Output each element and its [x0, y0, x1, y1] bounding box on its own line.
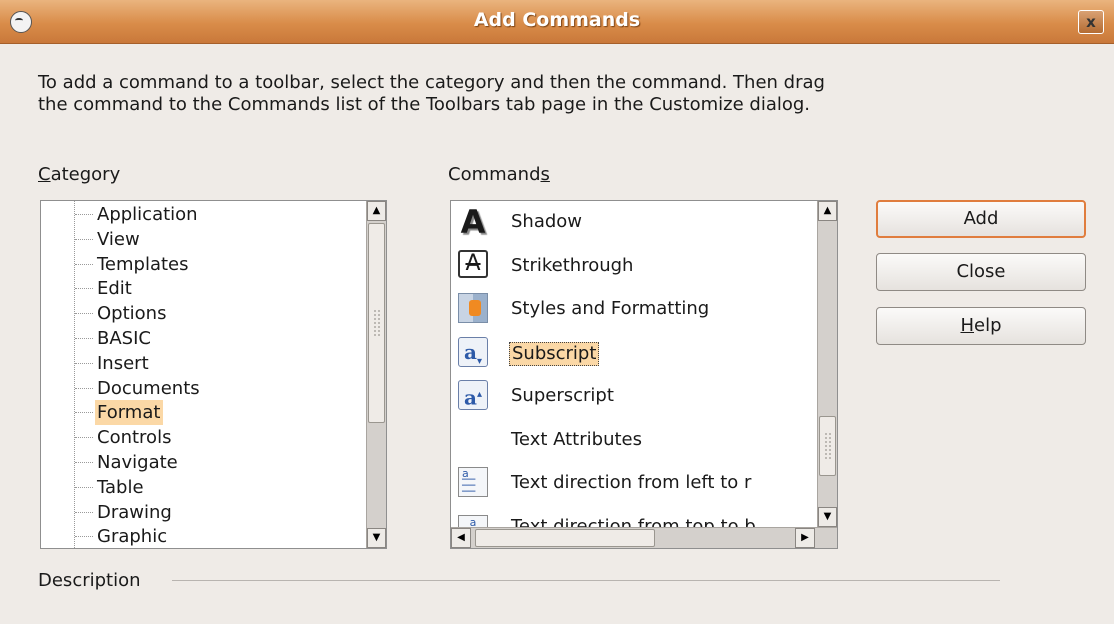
category-item-application[interactable]: Application — [75, 202, 201, 227]
command-item[interactable]: a ── ── ── Text direction from left to r — [451, 462, 817, 505]
category-item-format[interactable]: Format — [74, 400, 164, 426]
command-item[interactable]: A Strikethrough — [451, 245, 817, 288]
scroll-down-icon[interactable]: ▼ — [818, 507, 837, 527]
command-label: Text direction from top to b — [511, 515, 756, 528]
superscript-icon: a▴ — [457, 380, 489, 412]
command-item[interactable]: a▴ Superscript — [451, 375, 817, 418]
scroll-left-icon[interactable]: ◀ — [451, 528, 471, 548]
horizontal-scrollbar-thumb[interactable] — [475, 529, 655, 547]
description-separator — [172, 580, 1000, 581]
command-label: Shadow — [511, 211, 583, 232]
text-direction-ltr-icon: a ── ── ── — [457, 467, 489, 499]
command-label: Strikethrough — [511, 254, 634, 276]
add-button[interactable]: Add — [876, 200, 1086, 238]
command-item[interactable]: Text Attributes — [451, 419, 817, 462]
category-item-options[interactable]: Options — [74, 301, 169, 326]
close-button[interactable]: Close — [876, 253, 1086, 291]
strikethrough-icon: A — [457, 249, 489, 282]
command-label: Superscript — [511, 385, 614, 406]
category-item-navigate[interactable]: Navigate — [75, 450, 181, 475]
category-label: Category — [38, 164, 121, 185]
scroll-up-icon[interactable]: ▲ — [818, 201, 837, 221]
command-label: Text direction from left to r — [511, 472, 752, 493]
category-item-controls[interactable]: Controls — [74, 425, 174, 450]
scrollbar-thumb[interactable] — [368, 223, 385, 423]
blank-icon — [457, 424, 489, 456]
description-label: Description — [38, 570, 141, 591]
category-item-basic[interactable]: BASIC — [75, 326, 154, 351]
category-item-insert[interactable]: Insert — [75, 351, 152, 376]
category-list[interactable]: Application View Templates Edit Options BASIC… — [40, 200, 387, 549]
category-item-graphic[interactable]: Graphic — [74, 524, 170, 549]
command-item[interactable]: Styles and Formatting — [451, 288, 817, 331]
commands-label: Commands — [448, 164, 550, 185]
scroll-down-icon[interactable]: ▼ — [367, 528, 386, 548]
category-item-table[interactable]: Table — [75, 475, 147, 500]
scroll-up-icon[interactable]: ▲ — [367, 201, 386, 221]
help-button[interactable]: Help — [876, 307, 1086, 345]
command-item[interactable]: a▾ Subscript — [451, 332, 817, 375]
tree-connector — [74, 201, 75, 548]
category-item-documents[interactable]: Documents — [75, 376, 203, 401]
category-item-drawing[interactable]: Drawing — [75, 500, 175, 525]
scroll-right-icon[interactable]: ▶ — [795, 528, 815, 548]
commands-horizontal-scrollbar[interactable]: ◀ ▶ — [451, 527, 837, 548]
command-label: Text Attributes — [511, 428, 642, 450]
commands-list[interactable]: A Shadow A Strikethrough Styles and Formatti… — [450, 200, 838, 549]
command-item[interactable]: A Shadow — [451, 201, 817, 244]
text-direction-ttb-icon: a — [457, 511, 489, 527]
command-item[interactable]: a Text direction from top to b — [451, 506, 817, 528]
category-item-view[interactable]: View — [75, 227, 143, 252]
scrollbar-thumb[interactable] — [819, 416, 836, 476]
category-item-edit[interactable]: Edit — [75, 276, 135, 301]
subscript-icon: a▾ — [457, 336, 489, 369]
command-label: Styles and Formatting — [511, 298, 710, 319]
title-bar[interactable]: Add Commands x — [0, 0, 1114, 44]
category-item-templates[interactable]: Templates — [75, 252, 192, 277]
close-window-button[interactable]: x — [1078, 10, 1104, 34]
commands-vertical-scrollbar[interactable]: ▲ ▼ — [817, 201, 837, 527]
command-label: Subscript — [509, 341, 600, 366]
instructions-text: To add a command to a toolbar, select th… — [38, 72, 825, 115]
shadow-icon: A — [460, 203, 486, 241]
styles-formatting-icon — [457, 293, 489, 325]
window-title: Add Commands — [473, 9, 641, 31]
category-vertical-scrollbar[interactable]: ▲ ▼ — [366, 201, 386, 548]
